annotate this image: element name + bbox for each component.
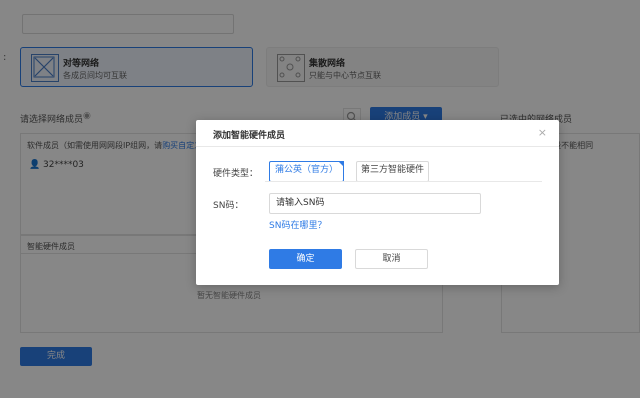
sn-help-link[interactable]: SN码在哪里？ — [269, 218, 326, 231]
tab-pgy-official-label: 蒲公英（官方） — [274, 165, 338, 175]
dialog-divider — [196, 146, 559, 147]
tab-third-party-label: 第三方智能硬件 — [360, 165, 424, 175]
sn-code-label: SN码： — [213, 201, 244, 211]
tab-third-party[interactable]: 第三方智能硬件 — [356, 161, 429, 182]
confirm-button[interactable]: 确定 — [269, 249, 342, 269]
tabs-divider — [265, 181, 542, 182]
tab-pgy-official[interactable]: 蒲公英（官方） — [269, 161, 344, 182]
selected-corner-icon — [338, 161, 344, 167]
dialog-title: 添加智能硬件成员 — [213, 131, 286, 141]
sn-code-input[interactable]: 请输入SN码 — [269, 193, 481, 214]
close-icon[interactable]: × — [538, 126, 547, 139]
add-hardware-dialog: 添加智能硬件成员 × 硬件类型： 蒲公英（官方） 第三方智能硬件 SN码： 请输… — [196, 120, 559, 285]
hardware-type-label: 硬件类型： — [213, 169, 259, 179]
cancel-button[interactable]: 取消 — [355, 249, 428, 269]
